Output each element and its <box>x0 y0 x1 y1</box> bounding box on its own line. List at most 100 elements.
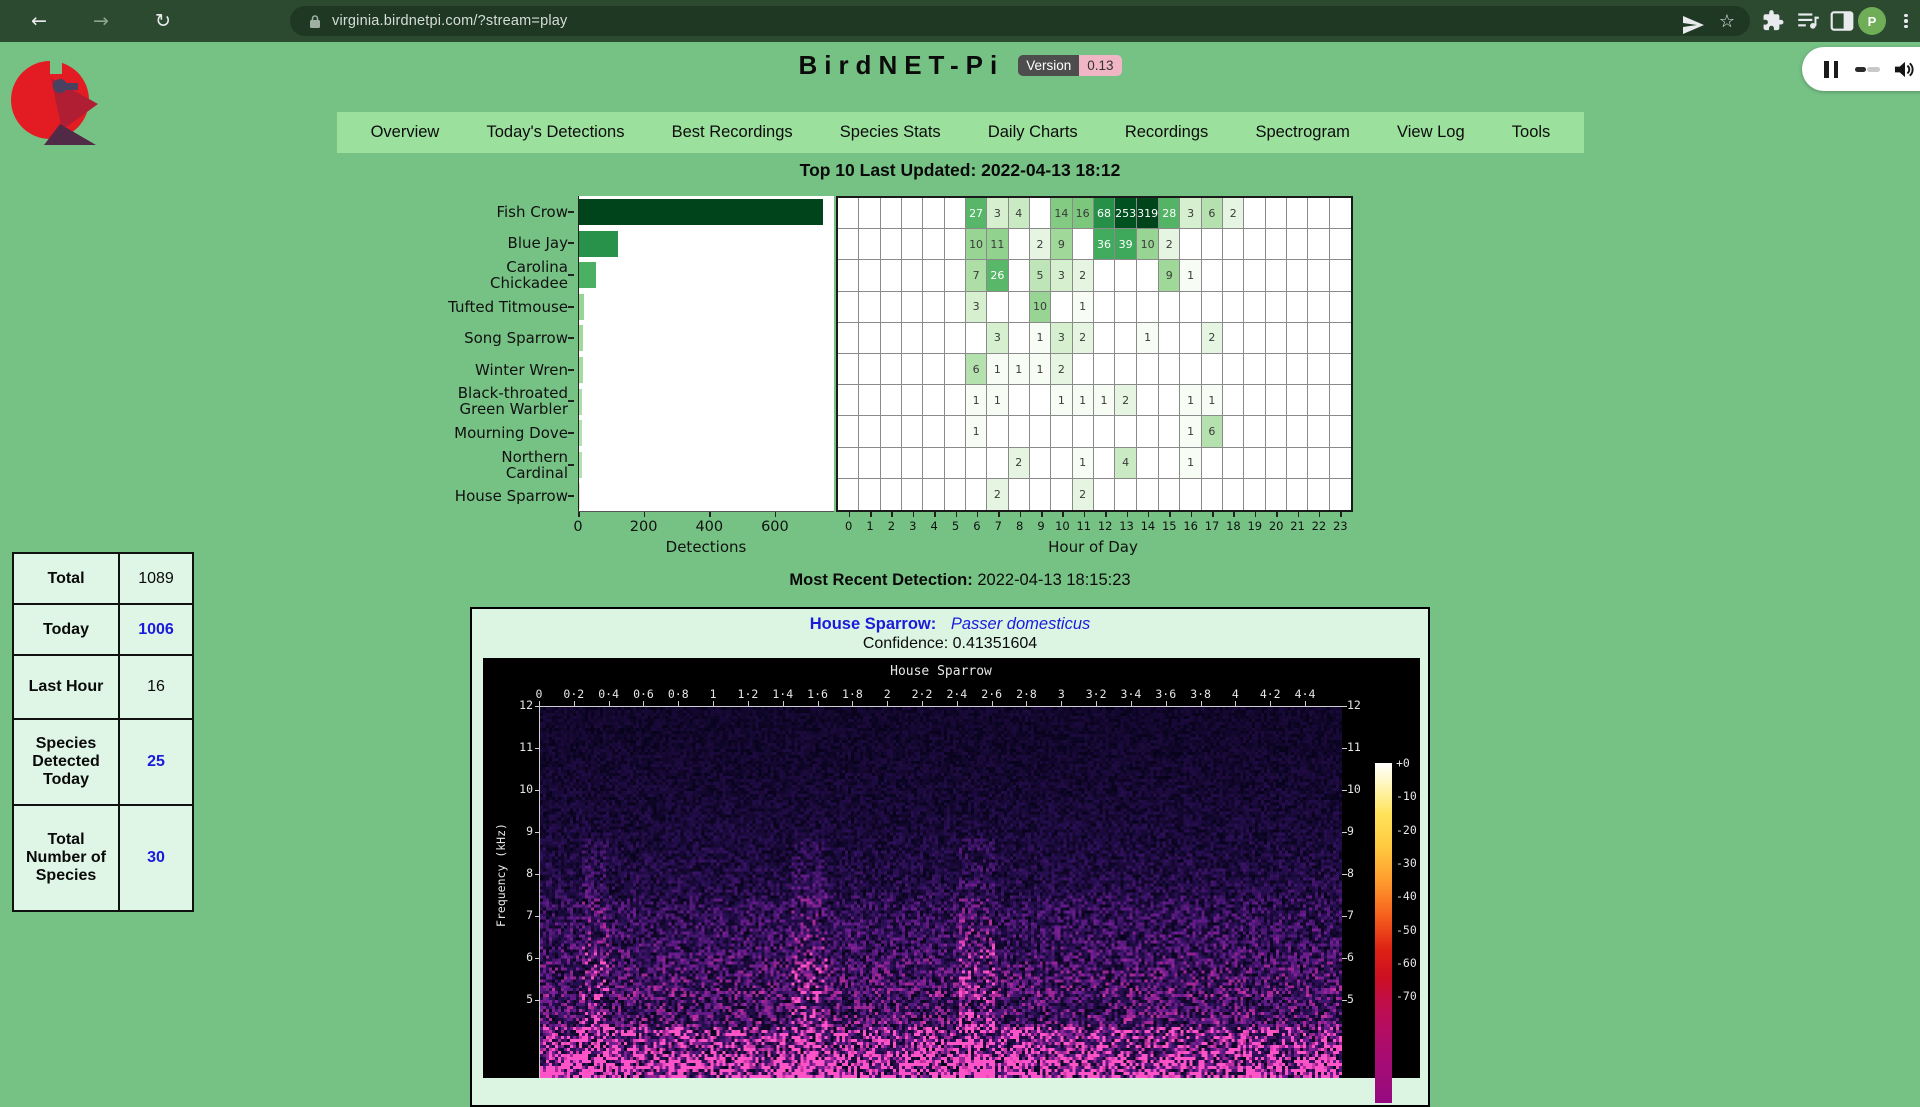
heatmap-cell <box>1009 323 1030 354</box>
heatmap-cell <box>1159 385 1180 416</box>
hour-axis-tick-label: 10 <box>1055 519 1070 533</box>
url-text: virginia.birdnetpi.com/?stream=play <box>332 13 567 29</box>
heatmap-cell <box>881 385 902 416</box>
heatmap-cell <box>1051 416 1072 447</box>
heatmap-cell: 1 <box>966 385 987 416</box>
spectrogram-freq-tick-label-left: 5 <box>493 992 533 1006</box>
page-header: BirdNET-Pi Version 0.13 <box>0 48 1920 82</box>
heatmap-cell <box>1308 416 1329 447</box>
nav-item-today-s-detections[interactable]: Today's Detections <box>486 123 624 142</box>
stats-value[interactable]: 1006 <box>119 604 193 655</box>
spectrogram-time-tick-label: 2·4 <box>946 687 967 701</box>
heatmap-cell: 9 <box>1159 260 1180 291</box>
spectrogram-time-tick-label: 0 <box>536 687 543 701</box>
heatmap-cell <box>1180 354 1201 385</box>
colorbar-tick-label: -30 <box>1396 856 1417 870</box>
reload-button[interactable]: ↻ <box>146 0 180 42</box>
media-queue-icon[interactable] <box>1794 8 1822 34</box>
detection-scientific-name[interactable]: Passer domesticus <box>951 615 1090 633</box>
seek-slider[interactable] <box>1855 67 1880 72</box>
send-icon[interactable] <box>1680 13 1706 37</box>
spectrogram-time-tick-label: 2·8 <box>1016 687 1037 701</box>
heatmap-cell: 28 <box>1159 198 1180 229</box>
bar-axis-tick <box>709 512 711 517</box>
profile-avatar[interactable]: P <box>1858 7 1886 35</box>
spectrogram-freq-tick-label-right: 12 <box>1347 698 1361 712</box>
hour-axis-tick-label: 1 <box>866 519 873 533</box>
heatmap-cell <box>1223 448 1244 479</box>
stats-value[interactable]: 30 <box>119 805 193 911</box>
spectrogram-freq-tick-label-right: 7 <box>1347 908 1354 922</box>
heatmap-cell: 319 <box>1137 198 1159 229</box>
spectrogram-freq-tick <box>535 748 540 749</box>
spectrogram-time-tick <box>1166 701 1167 706</box>
recent-label: Most Recent Detection: <box>789 571 972 589</box>
spectrogram-time-tick-label: 4·2 <box>1260 687 1281 701</box>
hour-axis-tick <box>1191 512 1193 517</box>
heatmap-cell: 4 <box>1115 448 1137 479</box>
detection-bar <box>579 420 582 446</box>
volume-button[interactable] <box>1894 60 1915 79</box>
extensions-icon[interactable] <box>1758 8 1786 34</box>
nav-item-view-log[interactable]: View Log <box>1397 123 1465 142</box>
heatmap-cell <box>923 292 944 323</box>
heatmap-cell <box>838 448 859 479</box>
heatmap-cell <box>1308 354 1329 385</box>
spectrogram-time-tick <box>1026 701 1027 706</box>
heatmap-cell <box>1137 416 1159 447</box>
side-panel-icon[interactable] <box>1828 8 1856 34</box>
detection-bar <box>579 325 583 351</box>
heatmap-cell: 6 <box>1202 198 1223 229</box>
bar-axis-title: Detections <box>666 538 747 556</box>
heatmap-cell <box>859 292 880 323</box>
nav-item-species-stats[interactable]: Species Stats <box>840 123 941 142</box>
nav-item-best-recordings[interactable]: Best Recordings <box>672 123 793 142</box>
heatmap-cell <box>838 385 859 416</box>
heatmap-cell <box>966 479 987 510</box>
heatmap-cell <box>1115 416 1137 447</box>
heatmap-cell: 2 <box>1073 260 1094 291</box>
hour-axis-tick <box>956 512 958 517</box>
hour-axis-tick-label: 9 <box>1037 519 1044 533</box>
heatmap-cell <box>859 416 880 447</box>
nav-item-tools[interactable]: Tools <box>1512 123 1551 142</box>
back-button[interactable]: ← <box>22 0 56 42</box>
heatmap-cell: 5 <box>1030 260 1051 291</box>
bookmark-star-icon[interactable]: ☆ <box>1714 9 1740 33</box>
hour-axis-tick-label: 4 <box>931 519 938 533</box>
hour-axis-tick-label: 3 <box>909 519 916 533</box>
heatmap-cell <box>1223 323 1244 354</box>
spectrogram-freq-tick-label-right: 8 <box>1347 866 1354 880</box>
hour-axis-tick-label: 6 <box>973 519 980 533</box>
top10-heading: Top 10 Last Updated: 2022-04-13 18:12 <box>0 160 1920 181</box>
url-bar[interactable]: virginia.birdnetpi.com/?stream=play ☆ <box>290 6 1750 36</box>
stats-value[interactable]: 25 <box>119 719 193 805</box>
detection-species-name[interactable]: House Sparrow: <box>810 615 937 633</box>
nav-item-recordings[interactable]: Recordings <box>1125 123 1208 142</box>
heatmap-cell: 16 <box>1073 198 1094 229</box>
stats-value-link[interactable]: 1006 <box>138 621 174 638</box>
nav-bar: Overview Today's Detections Best Recording… <box>337 112 1584 153</box>
nav-item-overview[interactable]: Overview <box>371 123 440 142</box>
heatmap-cell <box>1266 416 1287 447</box>
nav-item-daily-charts[interactable]: Daily Charts <box>988 123 1078 142</box>
forward-button[interactable]: → <box>84 0 118 42</box>
spectrogram-time-tick <box>713 701 714 706</box>
stats-value-link[interactable]: 30 <box>147 849 165 866</box>
spectrogram-time-tick-label: 4 <box>1232 687 1239 701</box>
heatmap-cell <box>859 385 880 416</box>
heatmap-cell <box>1009 260 1030 291</box>
spectrogram-figure: House Sparrow Frequency (kHz) 00·20·40·6… <box>483 658 1420 1078</box>
bar-axis-tick-label: 200 <box>630 519 658 535</box>
nav-item-spectrogram[interactable]: Spectrogram <box>1255 123 1349 142</box>
menu-kebab-icon[interactable] <box>1892 8 1920 34</box>
heatmap-cell: 1 <box>966 416 987 447</box>
spectrogram-freq-tick <box>535 790 540 791</box>
stats-value-link[interactable]: 25 <box>147 753 165 770</box>
pause-button[interactable] <box>1824 61 1838 78</box>
heatmap-cell <box>1115 292 1137 323</box>
heatmap-cell <box>1244 448 1265 479</box>
hour-axis-tick-label: 11 <box>1076 519 1091 533</box>
stats-label: Species Detected Today <box>13 719 119 805</box>
heatmap-cell <box>1266 479 1287 510</box>
